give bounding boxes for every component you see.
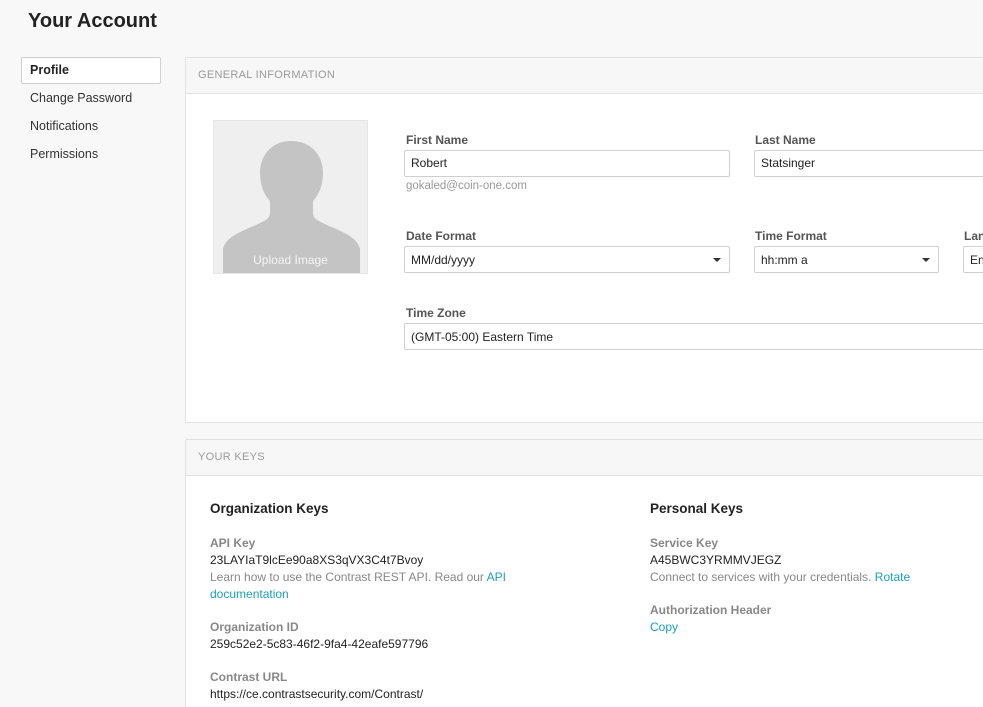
user-silhouette-icon (223, 141, 360, 273)
service-key-label: Service Key (650, 536, 719, 550)
general-information-panel: GENERAL INFORMATION Upload Image First N… (185, 57, 983, 423)
api-doc-link[interactable]: API (487, 570, 506, 584)
api-doc-note: Learn how to use the Contrast REST API. … (210, 569, 510, 603)
date-format-select[interactable]: MM/dd/yyyy (404, 246, 730, 273)
authorization-header-label: Authorization Header (650, 603, 772, 617)
last-name-input[interactable]: Statsinger (754, 150, 983, 177)
language-select[interactable]: En (963, 246, 983, 273)
general-information-header: GENERAL INFORMATION (186, 58, 983, 94)
first-name-input[interactable]: Robert (404, 150, 730, 177)
language-label: Lan (964, 229, 983, 243)
chevron-down-icon (922, 258, 930, 262)
last-name-label: Last Name (755, 133, 816, 147)
account-sidebar: Profile Change Password Notifications Pe… (21, 57, 161, 169)
time-zone-value: (GMT-05:00) Eastern Time (411, 330, 554, 344)
upload-image-label[interactable]: Upload Image (214, 253, 367, 267)
avatar-upload[interactable]: Upload Image (213, 120, 368, 274)
date-format-value: MM/dd/yyyy (411, 253, 476, 267)
time-format-select[interactable]: hh:mm a (754, 246, 939, 273)
contrast-url-label: Contrast URL (210, 670, 288, 684)
organization-id-label: Organization ID (210, 620, 299, 634)
time-zone-label: Time Zone (406, 306, 466, 320)
time-format-label: Time Format (755, 229, 827, 243)
api-doc-note-text: Learn how to use the Contrast REST API. … (210, 570, 484, 584)
time-format-value: hh:mm a (761, 253, 808, 267)
language-value: En (970, 253, 983, 267)
sidebar-item-notifications[interactable]: Notifications (21, 113, 161, 140)
your-keys-panel: YOUR KEYS Organization Keys API Key 23LA… (185, 439, 983, 707)
organization-id-value: 259c52e2-5c83-46f2-9fa4-42eafe597796 (210, 637, 429, 651)
sidebar-item-profile[interactable]: Profile (21, 57, 161, 84)
copy-link[interactable]: Copy (650, 619, 678, 636)
api-documentation-link[interactable]: documentation (210, 587, 289, 601)
page-title: Your Account (28, 10, 157, 32)
service-key-note-text: Connect to services with your credential… (650, 570, 872, 584)
api-key-value: 23LAYIaT9lcEe90a8XS3qVX3C4t7Bvoy (210, 553, 424, 567)
contrast-url-value: https://ce.contrastsecurity.com/Contrast… (210, 687, 424, 701)
personal-keys-heading: Personal Keys (650, 501, 744, 516)
api-key-label: API Key (210, 536, 256, 550)
your-keys-header: YOUR KEYS (186, 440, 983, 476)
chevron-down-icon (713, 258, 721, 262)
time-zone-select[interactable]: (GMT-05:00) Eastern Time (404, 323, 983, 350)
service-key-value: A45BWC3YRMMVJEGZ (650, 553, 782, 567)
email-text: gokaled@coin-one.com (406, 180, 527, 192)
first-name-label: First Name (406, 133, 469, 147)
sidebar-item-change-password[interactable]: Change Password (21, 85, 161, 112)
date-format-label: Date Format (406, 229, 477, 243)
rotate-link[interactable]: Rotate (875, 570, 910, 584)
organization-keys-heading: Organization Keys (210, 501, 329, 516)
service-key-note: Connect to services with your credential… (650, 569, 910, 586)
sidebar-item-permissions[interactable]: Permissions (21, 141, 161, 168)
